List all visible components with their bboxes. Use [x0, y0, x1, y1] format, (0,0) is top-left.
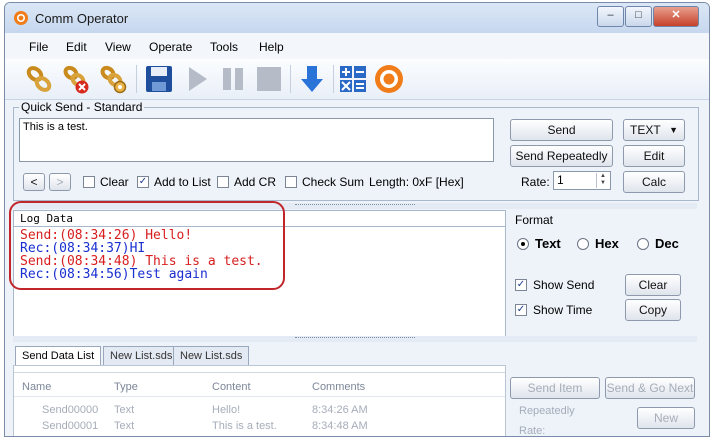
play-icon[interactable]	[181, 63, 213, 95]
maximize-button[interactable]: □	[625, 6, 652, 27]
prev-button[interactable]: <	[23, 173, 45, 191]
calc-button[interactable]: Calc	[623, 171, 685, 193]
app-window: Comm Operator – □ ✕ File Edit View Opera…	[4, 2, 710, 437]
rate-label: Rate:	[521, 175, 550, 189]
send-data-list: Name Type Content Comments Send00000 Tex…	[13, 365, 506, 436]
toolbar-separator	[136, 65, 137, 93]
log-highlight-outline	[9, 201, 285, 290]
show-time-checkbox[interactable]: ✓	[515, 304, 527, 316]
splitter-grip	[295, 204, 415, 208]
menu-file[interactable]: File	[29, 40, 48, 54]
column-type[interactable]: Type	[114, 381, 138, 393]
format-label: Format	[515, 213, 554, 227]
row-0-name[interactable]: Send00000	[42, 404, 98, 416]
settings-link-icon[interactable]	[97, 63, 129, 95]
pause-icon[interactable]	[217, 63, 249, 95]
row-0-comments: 8:34:26 AM	[312, 404, 368, 416]
show-send-label: Show Send	[533, 278, 595, 292]
format-hex-radio[interactable]	[577, 238, 589, 250]
send-go-next-button[interactable]: Send & Go Next	[605, 377, 695, 399]
row-1-comments: 8:34:48 AM	[312, 420, 368, 432]
rate-value: 1	[557, 173, 564, 187]
toolbar-separator	[290, 65, 291, 93]
save-icon[interactable]	[143, 63, 175, 95]
tab-strip: Send Data List New List.sds New List.sds	[13, 346, 513, 366]
check-sum-label: Check Sum	[302, 175, 365, 189]
calculator-icon[interactable]	[337, 63, 369, 95]
minimize-button[interactable]: –	[597, 6, 624, 27]
format-dec-radio[interactable]	[637, 238, 649, 250]
list-rate-label: Rate:	[519, 425, 546, 437]
splitter-grip	[295, 337, 415, 341]
close-button[interactable]: ✕	[653, 6, 699, 27]
download-icon[interactable]	[296, 63, 328, 95]
connect-icon[interactable]	[23, 63, 55, 95]
chevron-down-icon: ▼	[669, 125, 678, 135]
menu-edit[interactable]: Edit	[66, 40, 87, 54]
log-copy-button[interactable]: Copy	[625, 299, 681, 321]
rate-input[interactable]: 1 ▲ ▼	[553, 171, 611, 190]
window-title: Comm Operator	[35, 11, 129, 26]
log-clear-button[interactable]: Clear	[625, 274, 681, 296]
row-1-content: This is a test.	[212, 420, 277, 432]
menu-operate[interactable]: Operate	[149, 40, 192, 54]
rate-spinner[interactable]: ▲ ▼	[596, 173, 609, 188]
format-text-radio[interactable]	[517, 238, 529, 250]
repeatedly-label: Repeatedly	[519, 405, 575, 417]
show-send-checkbox[interactable]: ✓	[515, 279, 527, 291]
format-dropdown[interactable]: TEXT ▼	[623, 119, 685, 141]
disconnect-icon[interactable]	[60, 63, 92, 95]
length-readout: Length: 0xF [Hex]	[369, 175, 464, 189]
format-text-label: Text	[535, 236, 561, 251]
clear-checkbox[interactable]	[83, 176, 95, 188]
stop-icon[interactable]	[253, 63, 285, 95]
splitter-bottom[interactable]	[13, 336, 697, 342]
column-name[interactable]: Name	[22, 381, 51, 393]
new-button[interactable]: New	[637, 407, 695, 429]
send-repeatedly-button[interactable]: Send Repeatedly	[510, 145, 613, 167]
menu-view[interactable]: View	[105, 40, 131, 54]
format-hex-label: Hex	[595, 236, 619, 251]
row-1-type: Text	[114, 420, 135, 432]
quick-send-textarea[interactable]: This is a test.	[19, 118, 494, 162]
tab-new-list-2[interactable]: New List.sds	[173, 346, 250, 366]
add-to-list-checkbox[interactable]: ✓	[137, 176, 149, 188]
send-button[interactable]: Send	[510, 119, 613, 141]
check-sum-checkbox[interactable]	[285, 176, 297, 188]
quick-send-label: Quick Send - Standard	[19, 100, 145, 114]
row-0-type: Text	[114, 404, 135, 416]
row-0-content: Hello!	[212, 404, 241, 416]
column-content[interactable]: Content	[212, 381, 251, 393]
format-dec-label: Dec	[655, 236, 679, 251]
menu-tools[interactable]: Tools	[210, 40, 238, 54]
toolbar-separator	[333, 65, 334, 93]
column-comments[interactable]: Comments	[312, 381, 365, 393]
app-logo-icon	[14, 11, 28, 25]
menu-bar: File Edit View Operate Tools Help	[5, 33, 709, 59]
list-header-divider	[14, 396, 505, 397]
app-logo-icon[interactable]	[373, 63, 405, 95]
show-time-label: Show Time	[533, 303, 593, 317]
add-cr-checkbox[interactable]	[217, 176, 229, 188]
tab-send-data-list[interactable]: Send Data List	[15, 346, 102, 366]
add-cr-label: Add CR	[234, 175, 277, 189]
send-item-button[interactable]: Send Item	[510, 377, 600, 399]
edit-button[interactable]: Edit	[623, 145, 685, 167]
title-bar: Comm Operator – □ ✕	[5, 3, 709, 33]
next-button[interactable]: >	[49, 173, 71, 191]
format-dropdown-value: TEXT	[630, 123, 661, 137]
row-1-name[interactable]: Send00001	[42, 420, 98, 432]
menu-help[interactable]: Help	[259, 40, 284, 54]
toolbar	[5, 59, 709, 100]
tab-new-list-1[interactable]: New List.sds	[103, 346, 180, 366]
clear-label: Clear	[100, 175, 129, 189]
list-toolbar-strip	[14, 366, 505, 373]
add-to-list-label: Add to List	[154, 175, 211, 189]
